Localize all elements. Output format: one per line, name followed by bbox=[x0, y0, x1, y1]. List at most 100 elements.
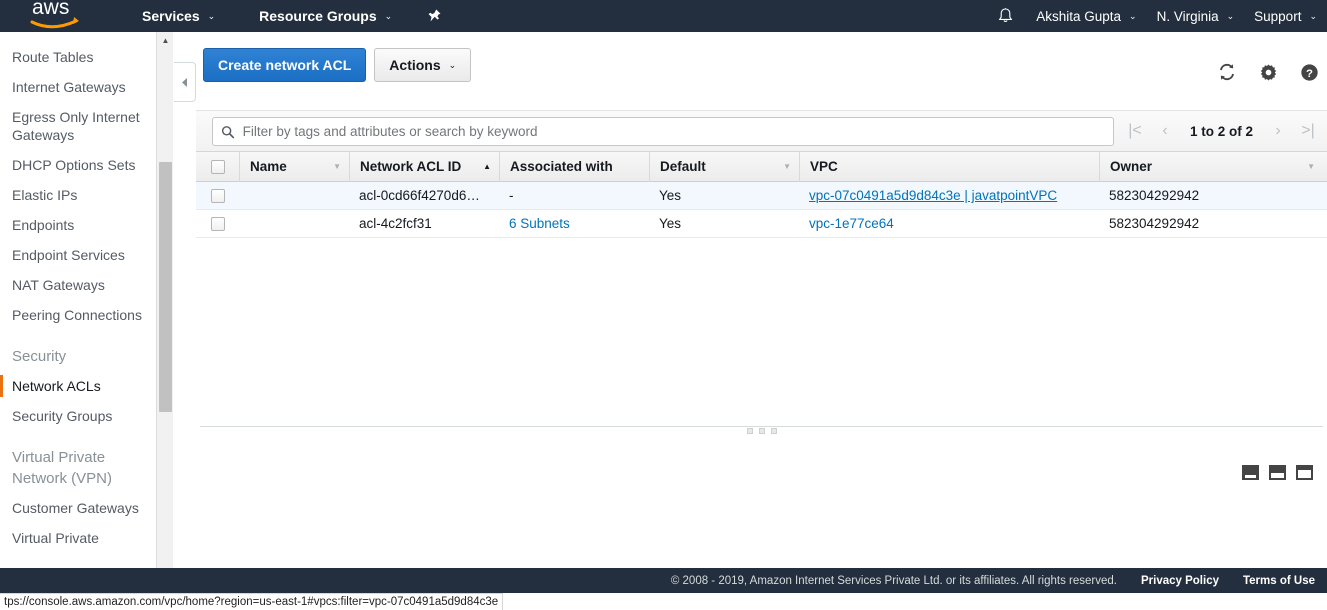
bell-icon[interactable] bbox=[985, 7, 1026, 25]
panel-splitter[interactable] bbox=[200, 426, 1323, 427]
select-all-checkbox[interactable] bbox=[210, 159, 225, 174]
row-select-cell[interactable] bbox=[196, 182, 239, 210]
column-header-label: Name bbox=[250, 159, 287, 174]
row-checkbox[interactable] bbox=[210, 188, 225, 203]
actions-button[interactable]: Actions ⌄ bbox=[374, 48, 472, 82]
first-page-button[interactable]: |< bbox=[1122, 118, 1148, 144]
vpc-link[interactable]: vpc-07c0491a5d9d84c3e | javatpointVPC bbox=[809, 188, 1057, 203]
sort-ascending-icon[interactable]: ▲ bbox=[483, 162, 491, 171]
cell-owner: 582304292942 bbox=[1099, 210, 1323, 238]
layout-bottom-small-button[interactable] bbox=[1242, 465, 1259, 480]
cell-text: acl-0cd66f4270d6… bbox=[359, 188, 480, 203]
sidebar-item-elastic-ips[interactable]: Elastic IPs bbox=[0, 180, 156, 210]
gear-icon[interactable] bbox=[1259, 63, 1278, 87]
nav-services[interactable]: Services ⌄ bbox=[132, 0, 225, 32]
chevron-down-icon[interactable]: ▼ bbox=[1307, 162, 1315, 171]
nav-support-label: Support bbox=[1254, 8, 1302, 24]
page-footer: © 2008 - 2019, Amazon Internet Services … bbox=[0, 568, 1327, 593]
sidebar-item-endpoint-services[interactable]: Endpoint Services bbox=[0, 240, 156, 270]
sidebar-item-customer-gateways[interactable]: Customer Gateways bbox=[0, 493, 156, 523]
cell-acl-id: acl-0cd66f4270d6… bbox=[349, 182, 499, 210]
cell-associated-with: - bbox=[499, 182, 649, 210]
table-header-row: Name ▼ Network ACL ID ▲ Associated with Defau… bbox=[196, 151, 1327, 182]
row-select-cell[interactable] bbox=[196, 210, 239, 238]
column-header-owner[interactable]: Owner ▼ bbox=[1099, 151, 1323, 182]
top-navigation-bar: aws Services ⌄ Resource Groups ⌄ Akshita… bbox=[0, 0, 1327, 32]
sidebar-collapse-button[interactable] bbox=[174, 62, 196, 102]
nav-region[interactable]: N. Virginia ⌄ bbox=[1147, 0, 1245, 32]
top-navigation-right: Akshita Gupta ⌄ N. Virginia ⌄ Support ⌄ bbox=[985, 0, 1327, 32]
cell-acl-id: acl-4c2fcf31 bbox=[349, 210, 499, 238]
nav-account[interactable]: Akshita Gupta ⌄ bbox=[1026, 0, 1146, 32]
sidebar-heading: Virtual Private Network (VPN) bbox=[12, 449, 113, 487]
search-input[interactable] bbox=[242, 124, 1105, 139]
privacy-policy-link[interactable]: Privacy Policy bbox=[1141, 575, 1219, 587]
scroll-up-icon[interactable]: ▲ bbox=[157, 32, 174, 49]
help-icon-svg: ? bbox=[1301, 63, 1318, 81]
sidebar-item-virtual-private[interactable]: Virtual Private bbox=[0, 523, 156, 553]
aws-logo[interactable]: aws bbox=[30, 0, 100, 32]
pin-icon[interactable] bbox=[426, 8, 442, 24]
sidebar-item-internet-gateways[interactable]: Internet Gateways bbox=[0, 72, 156, 102]
terms-of-use-link[interactable]: Terms of Use bbox=[1243, 575, 1315, 587]
sidebar-item-nat-gateways[interactable]: NAT Gateways bbox=[0, 270, 156, 300]
column-header-name[interactable]: Name ▼ bbox=[239, 151, 349, 182]
column-header-label: Owner bbox=[1110, 159, 1153, 174]
sidebar-item-network-acls[interactable]: Network ACLs bbox=[0, 371, 156, 401]
network-acl-table: Name ▼ Network ACL ID ▲ Associated with Defau… bbox=[196, 151, 1327, 238]
sidebar-item-peering-connections[interactable]: Peering Connections bbox=[0, 300, 156, 330]
create-network-acl-button[interactable]: Create network ACL bbox=[203, 48, 367, 82]
chevron-down-icon: ⌄ bbox=[1226, 10, 1235, 21]
main-content: Create network ACL Actions ⌄ ? Filter by… bbox=[196, 32, 1327, 585]
vpc-link[interactable]: vpc-1e77ce64 bbox=[809, 216, 894, 231]
subnets-link[interactable]: 6 Subnets bbox=[509, 216, 570, 231]
cell-owner: 582304292942 bbox=[1099, 182, 1323, 210]
sidebar-scrollbar-thumb[interactable] bbox=[159, 162, 172, 412]
refresh-icon[interactable] bbox=[1217, 62, 1237, 87]
panel-splitter-grip[interactable] bbox=[746, 428, 777, 434]
search-box[interactable] bbox=[212, 117, 1114, 146]
column-header-select-all[interactable] bbox=[196, 152, 239, 182]
nav-support[interactable]: Support ⌄ bbox=[1244, 0, 1327, 32]
sidebar-item-route-tables[interactable]: Route Tables bbox=[0, 42, 156, 72]
chevron-down-icon: ⌄ bbox=[384, 10, 393, 21]
last-page-button[interactable]: >| bbox=[1295, 118, 1321, 144]
help-icon[interactable]: ? bbox=[1300, 63, 1319, 87]
panel-layout-toggles bbox=[1242, 465, 1313, 480]
sidebar-item-security-groups[interactable]: Security Groups bbox=[0, 401, 156, 431]
cell-vpc: vpc-07c0491a5d9d84c3e | javatpointVPC bbox=[799, 182, 1099, 210]
table-row[interactable]: acl-0cd66f4270d6… - Yes vpc-07c0491a5d9d84c… bbox=[196, 182, 1327, 210]
cell-text: acl-4c2fcf31 bbox=[359, 216, 432, 231]
pagination-range-label: 1 to 2 of 2 bbox=[1189, 123, 1253, 139]
column-header-vpc[interactable]: VPC bbox=[799, 151, 1099, 182]
next-page-button[interactable]: › bbox=[1265, 118, 1291, 144]
cell-name bbox=[239, 210, 349, 238]
actions-button-label: Actions bbox=[389, 57, 441, 73]
grip-dot bbox=[770, 428, 777, 434]
previous-page-button[interactable]: ‹ bbox=[1152, 118, 1178, 144]
sidebar-item-egress-only-internet-gateways[interactable]: Egress Only Internet Gateways bbox=[0, 102, 156, 150]
layout-bottom-large-button[interactable] bbox=[1296, 465, 1313, 480]
cell-associated-with: 6 Subnets bbox=[499, 210, 649, 238]
column-header-associated_with[interactable]: Associated with bbox=[499, 151, 649, 182]
sidebar-item-endpoints[interactable]: Endpoints bbox=[0, 210, 156, 240]
column-header-acl_id[interactable]: Network ACL ID ▲ bbox=[349, 151, 499, 182]
column-header-label: Network ACL ID bbox=[360, 159, 462, 174]
chevron-down-icon[interactable]: ▼ bbox=[783, 162, 791, 171]
sidebar-scrollbar[interactable]: ▲ ▼ bbox=[156, 32, 173, 585]
column-header-label: VPC bbox=[810, 159, 838, 174]
nav-resource-groups[interactable]: Resource Groups ⌄ bbox=[249, 0, 402, 32]
row-checkbox[interactable] bbox=[210, 216, 225, 231]
refresh-icon-svg bbox=[1220, 63, 1234, 81]
svg-text:?: ? bbox=[1306, 67, 1313, 79]
aws-logo-svg: aws bbox=[30, 0, 79, 29]
column-header-default[interactable]: Default ▼ bbox=[649, 151, 799, 182]
sidebar-item-dhcp-options-sets[interactable]: DHCP Options Sets bbox=[0, 150, 156, 180]
table-row[interactable]: acl-4c2fcf31 6 Subnets Yes vpc-1e77ce64 5823… bbox=[196, 210, 1327, 238]
layout-bottom-medium-button[interactable] bbox=[1269, 465, 1286, 480]
footer-copyright: © 2008 - 2019, Amazon Internet Services … bbox=[670, 574, 1117, 587]
gear-icon-svg bbox=[1260, 64, 1277, 80]
chevron-down-icon[interactable]: ▼ bbox=[333, 162, 341, 171]
chevron-down-icon: ⌄ bbox=[1129, 10, 1137, 21]
cell-text: Yes bbox=[659, 188, 682, 203]
